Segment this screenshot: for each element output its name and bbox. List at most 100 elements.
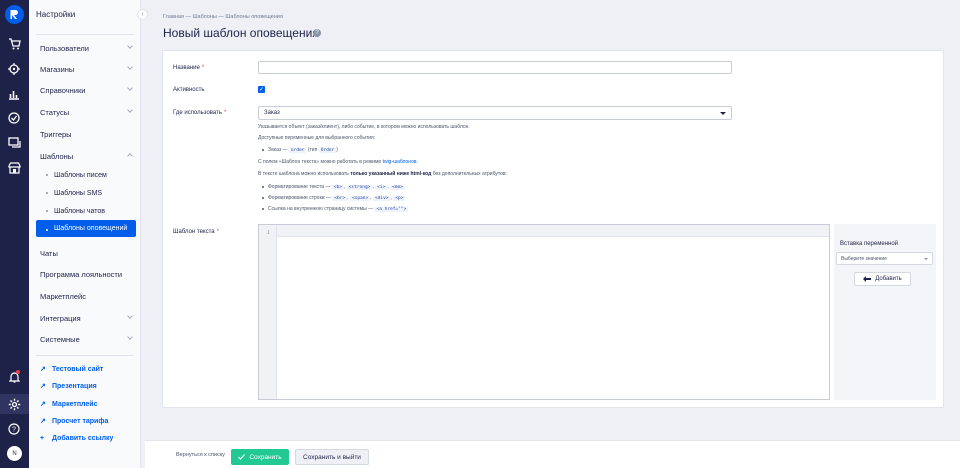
sidebar-item-chats[interactable]: Чаты [29, 243, 140, 263]
sidebar-item-integration[interactable]: Интеграция [29, 308, 140, 328]
chevron-down-icon [127, 43, 133, 49]
sidebar-item-label: Магазины [40, 64, 75, 74]
form-card: Название * Активность ✓ Где использовать *… [162, 50, 944, 408]
link-label: Презентация [52, 382, 97, 390]
dropdown-arrow-icon [924, 258, 928, 260]
breadcrumb[interactable]: Главная — Шаблоны — Шаблоны оповещения [163, 14, 283, 20]
where-select[interactable]: Заказ [258, 106, 732, 120]
sidebar-item-triggers[interactable]: Триггеры [29, 124, 140, 144]
active-label: Активность [173, 87, 205, 93]
hint-format-lines: Форматирование строки — <br>, <span>, <d… [268, 195, 406, 201]
save-button[interactable]: Сохранить [231, 449, 289, 465]
link-label: Просчет тарифа [52, 417, 109, 425]
page-title: Новый шаблон оповещения [163, 26, 319, 40]
tasks-icon[interactable] [6, 110, 22, 126]
chevron-down-icon [127, 85, 133, 91]
arrow-left-icon [863, 276, 872, 282]
avatar[interactable]: N [7, 446, 22, 461]
icon-rail: ? N [0, 0, 29, 468]
chevron-down-icon [127, 313, 133, 319]
add-variable-button[interactable]: Добавить [854, 272, 911, 286]
sidebar-item-label: Триггеры [40, 129, 72, 139]
sidebar-item-marketplace[interactable]: Маркетплейс [29, 286, 140, 306]
sidebar-item-system[interactable]: Системные [29, 329, 140, 349]
hint-order-var: Заказ — order (тип Order) [268, 147, 338, 153]
hint-text: В тексте шаблона можно использовать [258, 171, 349, 177]
required-asterisk: * [224, 110, 227, 116]
link-label: Маркетплейс [52, 400, 98, 408]
code-tag: <em> [390, 185, 405, 190]
sidebar-item-sms-templates[interactable]: Шаблоны SMS [29, 183, 140, 203]
help-icon[interactable]: ? [6, 421, 22, 437]
sidebar-item-references[interactable]: Справочники [29, 80, 140, 100]
back-to-list-link[interactable]: Вернуться к списку [176, 452, 225, 458]
select-placeholder: Выберите значение [841, 255, 887, 262]
editor-toolbar [259, 225, 829, 237]
hint-text: (тип [307, 147, 318, 153]
sidebar-item-label: Шаблоны SMS [54, 189, 103, 197]
code-tag: <span> [349, 196, 371, 201]
add-link-button[interactable]: + Добавить ссылку [40, 432, 113, 444]
analytics-icon[interactable] [6, 86, 22, 102]
external-arrow-icon: ↗ [40, 418, 46, 425]
code-tag: <strong> [346, 185, 373, 190]
external-arrow-icon: ↗ [40, 366, 46, 373]
sidebar-item-label: Программа лояльности [40, 269, 123, 279]
sidebar-item-label: Интеграция [40, 313, 81, 323]
link-tariff[interactable]: ↗ Просчет тарифа [40, 415, 108, 427]
select-value: Заказ [264, 110, 280, 116]
gear-icon[interactable] [6, 396, 22, 412]
hint-variables: Доступные переменные для выбранного собы… [258, 135, 376, 141]
hint-twig: С полем «Шаблон текста» можно работать в… [258, 159, 418, 165]
hint-link: Ссылка на внутреннюю страницу системы — … [268, 206, 409, 212]
hint-text: ) [336, 147, 338, 153]
link-label: Тестовый сайт [52, 365, 104, 373]
code-tag: <b> [331, 185, 344, 190]
retailcrm-logo[interactable] [5, 5, 24, 24]
hint-text: Заказ — [268, 147, 288, 153]
hint-object: Указывается объект (заказ/клиент), либо … [258, 124, 470, 130]
sidebar-item-users[interactable]: Пользователи [29, 38, 140, 58]
notification-dot [16, 370, 20, 374]
twig-link[interactable]: twig-шаблонов [383, 159, 417, 165]
sidebar-title: Настройки [36, 10, 76, 19]
variable-select[interactable]: Выберите значение [836, 252, 933, 265]
hint-text: Ссылка на внутреннюю страницу системы — [268, 206, 374, 212]
save-and-exit-button[interactable]: Сохранить и выйти [295, 449, 369, 465]
code-tag: <i> [375, 185, 388, 190]
cart-icon[interactable] [6, 36, 22, 52]
chevron-down-icon [127, 64, 133, 70]
chat-icon[interactable] [6, 135, 22, 151]
active-checkbox[interactable]: ✓ [258, 86, 265, 93]
help-icon[interactable]: ? [313, 29, 321, 37]
store-icon[interactable] [6, 160, 22, 176]
template-editor[interactable]: 1 [258, 224, 830, 400]
sidebar-item-templates[interactable]: Шаблоны [29, 146, 140, 166]
check-icon [238, 454, 246, 460]
sidebar-item-label: Шаблоны [40, 151, 74, 161]
target-icon[interactable] [6, 61, 22, 77]
sidebar-item-email-templates[interactable]: Шаблоны писем [29, 165, 140, 185]
sidebar-item-chat-templates[interactable]: Шаблоны чатов [29, 201, 140, 221]
where-label: Где использовать * [173, 110, 226, 116]
bullet [262, 186, 264, 188]
link-test-site[interactable]: ↗ Тестовый сайт [40, 363, 103, 375]
sidebar-item-label: Шаблоны чатов [54, 207, 106, 215]
svg-text:?: ? [12, 427, 16, 434]
code-tag: <div> [373, 196, 391, 201]
sidebar-item-notification-templates[interactable]: Шаблоны оповещений [36, 220, 136, 237]
sidebar-item-loyalty[interactable]: Программа лояльности [29, 264, 140, 284]
name-input[interactable] [258, 61, 732, 74]
link-marketplace[interactable]: ↗ Маркетплейс [40, 398, 98, 410]
variable-panel: Вставка переменной Выберите значение Доб… [834, 224, 936, 400]
sidebar-item-statuses[interactable]: Статусы [29, 102, 140, 122]
link-presentation[interactable]: ↗ Презентация [40, 380, 97, 392]
sidebar-item-label: Чаты [40, 248, 58, 258]
hint-html: В тексте шаблона можно использовать толь… [258, 171, 507, 177]
collapse-sidebar-button[interactable]: ‹ [137, 9, 148, 20]
hint-format-text: Форматирование текста — <b>, <strong>, <… [268, 184, 405, 190]
label-text: Название [173, 65, 200, 71]
sidebar-item-shops[interactable]: Магазины [29, 59, 140, 79]
code-tag: Order [318, 148, 337, 153]
required-asterisk: * [216, 229, 219, 235]
